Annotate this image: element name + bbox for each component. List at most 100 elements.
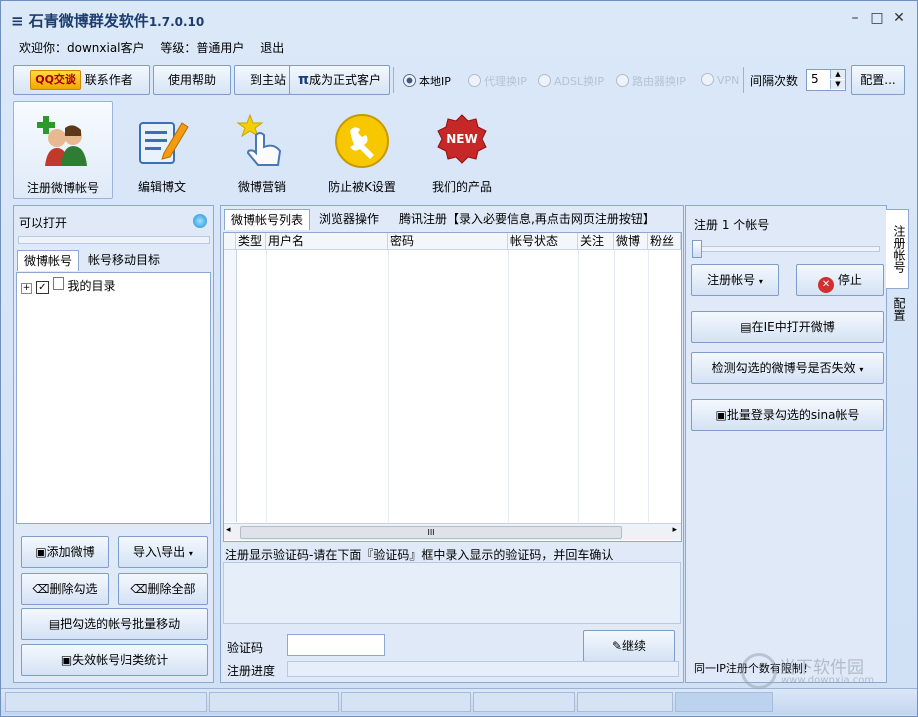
col-follow[interactable]: 关注	[578, 233, 614, 250]
batch-move-button[interactable]: ▤把勾选的帐号批量移动	[21, 608, 208, 640]
delete-all-button[interactable]: ⌫删除全部	[118, 573, 208, 605]
open-progress	[18, 236, 210, 244]
open-in-ie-button[interactable]: ▤在IE中打开微博	[691, 311, 884, 343]
continue-button[interactable]: ✎继续	[583, 630, 675, 662]
grid-line	[648, 250, 649, 522]
status-cell	[5, 692, 207, 712]
check-invalid-button[interactable]: 检测勾选的微博号是否失效 ▾	[691, 352, 884, 384]
status-cell	[341, 692, 471, 712]
tree-checkbox[interactable]: ✓	[35, 281, 49, 294]
minimize-icon[interactable]: –	[846, 9, 864, 27]
add-icon: ▣	[35, 545, 47, 559]
radio-proxy-ip[interactable]: 代理换IP	[468, 73, 527, 89]
qq-contact-button[interactable]: QQ交谈 联系作者	[13, 65, 150, 95]
col-fans[interactable]: 粉丝	[648, 233, 681, 250]
radio-adsl-ip[interactable]: ADSL换IP	[538, 73, 604, 89]
window-title: ≡ 石青微博群发软件1.7.0.10	[11, 10, 204, 31]
toolbar-divider	[743, 67, 744, 93]
eraser-icon: ⌫	[130, 582, 148, 596]
module-register-account[interactable]: 注册微博帐号	[13, 101, 113, 199]
app-version: 1.7.0.10	[148, 15, 205, 29]
status-cell	[577, 692, 673, 712]
add-weibo-button[interactable]: ▣添加微博	[21, 536, 109, 568]
vtab-config[interactable]: 配置	[886, 291, 908, 327]
module-our-products[interactable]: NEW 我们的产品	[413, 101, 511, 197]
title-bar: ≡ 石青微博群发软件1.7.0.10 – □ ✕	[1, 1, 917, 35]
dropdown-arrow-icon: ▾	[859, 365, 864, 374]
radio-dot	[616, 74, 629, 87]
welcome-text: 欢迎你：downxial客户	[19, 41, 145, 55]
slider-thumb[interactable]	[692, 240, 702, 258]
import-export-label: 导入\导出	[133, 545, 186, 559]
vtab-register-account[interactable]: 注册帐号	[886, 209, 909, 289]
register-count-slider[interactable]	[692, 240, 880, 258]
scroll-right-icon[interactable]: ▸	[672, 525, 677, 535]
tab-weibo-accounts[interactable]: 微博帐号	[17, 250, 80, 271]
import-export-button[interactable]: 导入\导出 ▾	[118, 536, 208, 568]
radio-label: 本地IP	[419, 75, 451, 88]
delete-checked-button[interactable]: ⌫删除勾选	[21, 573, 109, 605]
edit-icon: ✎	[611, 639, 623, 653]
radio-router-ip[interactable]: 路由器换IP	[616, 73, 686, 89]
register-account-label: 注册帐号	[707, 273, 756, 287]
main-window: ≡ 石青微博群发软件1.7.0.10 – □ ✕ 欢迎你：downxial客户 …	[0, 0, 918, 717]
horizontal-scrollbar[interactable]: ◂ III ▸	[224, 523, 681, 540]
menu-glyph[interactable]: ≡	[11, 12, 29, 30]
col-weibo[interactable]: 微博	[614, 233, 648, 250]
radio-dot	[403, 74, 416, 87]
new-badge-text: NEW	[446, 132, 477, 146]
contact-author-label: 联系作者	[84, 73, 133, 87]
tree-root-label: 我的目录	[67, 279, 116, 293]
col-username[interactable]: 用户名	[266, 233, 388, 250]
tab-browser-ops[interactable]: 浏览器操作	[313, 209, 385, 229]
register-progress-bar	[287, 661, 679, 677]
tab-tencent-register[interactable]: 腾讯注册【录入必要信息,再点击网页注册按钮】	[393, 209, 661, 229]
config-button[interactable]: 配置...	[851, 65, 905, 95]
stop-label: 停止	[837, 273, 862, 287]
document-icon	[52, 277, 64, 290]
info-bubble-icon[interactable]	[193, 214, 207, 228]
scroll-left-icon[interactable]: ◂	[226, 525, 231, 535]
module-edit-post[interactable]: 编辑博文	[113, 101, 211, 197]
open-in-ie-label: 在IE中打开微博	[751, 320, 835, 334]
tab-move-target[interactable]: 帐号移动目标	[82, 250, 166, 270]
interval-spinner[interactable]: 5 ▲ ▼	[806, 69, 846, 91]
left-panel: 可以打开 微博帐号 帐号移动目标 + ✓ 我的目录 ▣添加微博 导入\导出 ▾ …	[13, 205, 214, 683]
batch-move-label: 把勾选的帐号批量移动	[60, 617, 181, 631]
spin-down-icon[interactable]: ▼	[830, 80, 845, 89]
col-password[interactable]: 密码	[388, 233, 508, 250]
radio-local-ip[interactable]: 本地IP	[403, 73, 451, 89]
become-customer-button[interactable]: π成为正式客户	[289, 65, 390, 95]
logout-link[interactable]: 退出	[260, 41, 284, 55]
continue-label: 继续	[622, 639, 647, 653]
close-icon[interactable]: ✕	[890, 9, 908, 27]
batch-login-button[interactable]: ▣批量登录勾选的sina帐号	[691, 399, 884, 431]
expand-icon[interactable]: +	[21, 283, 32, 294]
dropdown-arrow-icon: ▾	[758, 277, 763, 286]
check-invalid-label: 检测勾选的微博号是否失效	[711, 361, 856, 375]
invalid-stats-button[interactable]: ▣失效帐号归类统计	[21, 644, 208, 676]
scroll-thumb[interactable]: III	[240, 526, 622, 539]
radio-vpn[interactable]: VPN	[701, 73, 739, 87]
tab-account-list[interactable]: 微博帐号列表	[224, 209, 311, 230]
maximize-icon[interactable]: □	[868, 9, 886, 27]
spin-up-icon[interactable]: ▲	[830, 70, 845, 79]
become-customer-label: 成为正式客户	[309, 73, 382, 87]
tree-root[interactable]: + ✓ 我的目录	[21, 277, 116, 294]
account-tree: + ✓ 我的目录	[16, 272, 211, 524]
radio-dot	[538, 74, 551, 87]
module-anti-k[interactable]: 防止被K设置	[313, 101, 411, 197]
register-account-button[interactable]: 注册帐号 ▾	[691, 264, 779, 296]
stop-button[interactable]: ✕ 停止	[796, 264, 884, 296]
level-text: 等级：普通用户	[160, 41, 245, 55]
status-cell	[675, 692, 773, 712]
grid-line	[578, 250, 579, 522]
col-type[interactable]: 类型	[236, 233, 266, 250]
captcha-hint: 注册显示验证码-请在下面『验证码』框中录入显示的验证码，并回车确认	[225, 548, 614, 562]
col-status[interactable]: 帐号状态	[508, 233, 578, 250]
captcha-input[interactable]	[287, 634, 385, 656]
status-bar	[1, 688, 917, 715]
help-button[interactable]: 使用帮助	[153, 65, 231, 95]
register-count-label: 注册 1 个帐号	[694, 218, 770, 232]
module-marketing[interactable]: 微博营销	[213, 101, 311, 197]
